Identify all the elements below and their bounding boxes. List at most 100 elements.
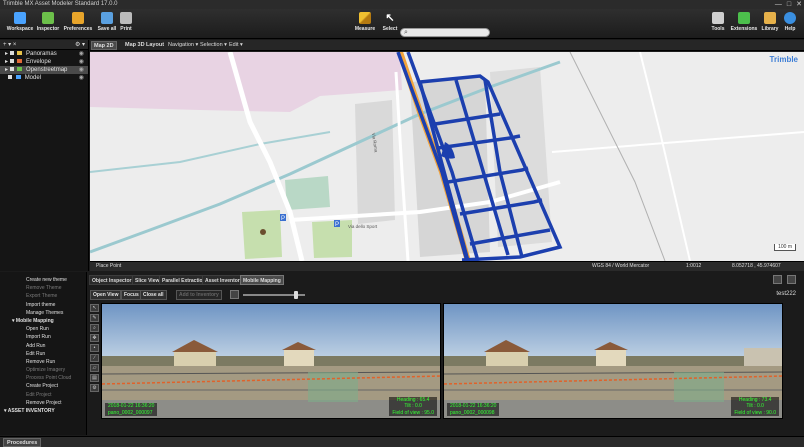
tab-mobile-mapping[interactable]: Mobile Mapping xyxy=(240,275,284,285)
procedure-item[interactable]: Edit Project xyxy=(0,391,86,399)
procedure-group[interactable]: ▾ Mobile Mapping xyxy=(0,317,86,325)
export-icon[interactable] xyxy=(773,275,782,284)
run-name: test222 xyxy=(776,291,796,297)
tree-item-envelope[interactable]: ▸ Envelope ◉ xyxy=(0,58,88,66)
scale-bar: 100 m xyxy=(774,244,796,251)
procedure-item[interactable]: Create Project xyxy=(0,382,86,390)
procedure-item[interactable]: Optimize Imagery xyxy=(0,366,86,374)
workspace-icon xyxy=(14,12,26,24)
line-tool-icon[interactable]: ∕ xyxy=(90,354,99,362)
procedure-item[interactable]: Import Run xyxy=(0,333,86,341)
layer-tool-icon[interactable]: ▤ xyxy=(90,374,99,382)
image-orientation-info: Heading : 65.4 Tilt : 0.0 Field of view … xyxy=(389,396,437,416)
checkbox-icon[interactable] xyxy=(9,51,14,55)
eye-icon[interactable] xyxy=(230,290,239,299)
minimize-button[interactable]: — xyxy=(775,0,782,9)
map-canvas[interactable]: P P Via dello Sport Via Roma Trimble 100… xyxy=(90,52,804,261)
procedure-item[interactable]: Manage Themes xyxy=(0,309,86,317)
navigation-menu[interactable]: Navigation ▾ xyxy=(168,41,198,50)
tree-item-model[interactable]: Model ◉ xyxy=(0,74,88,82)
search-input[interactable]: ⌕ xyxy=(400,28,490,37)
visibility-icon[interactable]: ◉ xyxy=(79,58,84,66)
procedure-item[interactable]: Add Run xyxy=(0,342,86,350)
focus-button[interactable]: Focus xyxy=(121,290,142,300)
expand-icon[interactable]: ▸ xyxy=(5,67,8,73)
polygon-tool-icon[interactable]: ▱ xyxy=(90,364,99,372)
svg-text:P: P xyxy=(335,222,339,228)
layer-icon xyxy=(17,67,23,71)
pointer-tool-icon[interactable]: ↖ xyxy=(90,304,99,312)
map-drawing: P P xyxy=(90,52,804,261)
procedure-item[interactable]: Process Point Cloud xyxy=(0,374,86,382)
preferences-icon xyxy=(72,12,84,24)
window-icon[interactable] xyxy=(787,275,796,284)
tab-slice-view[interactable]: Slice View xyxy=(132,275,163,285)
help-icon xyxy=(784,12,796,24)
add-layer-button[interactable]: + ▾ × xyxy=(3,42,16,48)
tree-settings-button[interactable]: ⚙ ▾ xyxy=(75,40,85,50)
viewer-toolbar: Open View Focus Close all Add to Invento… xyxy=(89,290,804,301)
tab-object-inspector[interactable]: Object Inspector xyxy=(89,275,135,285)
layer-tree-panel: + ▾ × ⚙ ▾ ▸ Panoramas ◉ ▸ Envelope ◉ ▸ O… xyxy=(0,40,89,271)
image-timestamp: 2018-01-22 16:36:20 pano_0002_000098 xyxy=(447,403,500,416)
procedure-item[interactable]: Remove Run xyxy=(0,358,86,366)
tab-asset-inventory[interactable]: Asset Inventory xyxy=(202,275,246,285)
map-tab-bar: Map 2D Map 3D Layout Navigation ▾ Select… xyxy=(90,40,804,51)
procedure-item[interactable]: Open Run xyxy=(0,325,86,333)
checkbox-icon[interactable] xyxy=(9,59,14,63)
window-title: Trimble MX Asset Modeler Standard 17.0.0 xyxy=(3,1,118,7)
procedure-item[interactable]: Import theme xyxy=(0,301,86,309)
panorama-view-left[interactable]: 2018-01-22 16:36:20 pano_0002_000097 Hea… xyxy=(101,303,441,419)
print-button[interactable]: Print xyxy=(108,10,144,38)
maximize-button[interactable]: □ xyxy=(787,0,791,9)
tree-item-panoramas[interactable]: ▸ Panoramas ◉ xyxy=(0,50,88,58)
measure-tool-icon[interactable]: ✎ xyxy=(90,314,99,322)
tools-icon xyxy=(712,12,724,24)
panorama-view-right[interactable]: 2018-01-22 16:36:20 pano_0002_000098 Hea… xyxy=(443,303,783,419)
status-crs: WGS 84 / World Mercator xyxy=(592,263,650,269)
close-window-button[interactable]: ✕ xyxy=(796,0,802,9)
procedure-item[interactable]: Remove Theme xyxy=(0,284,86,292)
add-to-inventory-button[interactable]: Add to Inventory xyxy=(176,290,222,300)
map-panel: Map 2D Map 3D Layout Navigation ▾ Select… xyxy=(90,40,804,271)
visibility-icon[interactable]: ◉ xyxy=(79,50,84,58)
procedure-group[interactable]: ▾ ASSET INVENTORY xyxy=(0,407,86,415)
edit-menu[interactable]: Edit ▾ xyxy=(229,41,243,50)
image-timestamp: 2018-01-22 16:36:20 pano_0002_000097 xyxy=(105,403,158,416)
extensions-icon xyxy=(738,12,750,24)
select-icon: ↖ xyxy=(385,12,395,24)
layer-icon xyxy=(17,51,23,55)
procedure-item[interactable]: Edit Run xyxy=(0,350,86,358)
inspector-icon xyxy=(42,12,54,24)
checkbox-icon[interactable] xyxy=(9,67,14,71)
pan-tool-icon[interactable]: ✥ xyxy=(90,334,99,342)
window-controls: — □ ✕ xyxy=(775,0,802,9)
checkbox-icon[interactable] xyxy=(8,75,13,79)
point-tool-icon[interactable]: • xyxy=(90,344,99,352)
layer-tree-toolbar: + ▾ × ⚙ ▾ xyxy=(0,40,88,50)
tab-procedures[interactable]: Procedures xyxy=(3,438,42,447)
bottom-tab-bar: Procedures xyxy=(0,436,804,447)
close-all-button[interactable]: Close all xyxy=(140,290,167,300)
opacity-slider-handle[interactable] xyxy=(293,291,298,299)
expand-icon[interactable] xyxy=(5,75,7,81)
open-view-button[interactable]: Open View xyxy=(90,290,122,300)
layer-icon xyxy=(17,59,23,63)
settings-tool-icon[interactable]: ⚙ xyxy=(90,384,99,392)
visibility-icon[interactable]: ◉ xyxy=(79,74,84,82)
help-button[interactable]: Help xyxy=(772,10,804,38)
procedure-item[interactable]: Remove Project xyxy=(0,399,86,407)
expand-icon[interactable]: ▸ xyxy=(5,51,8,57)
visibility-icon[interactable]: ◉ xyxy=(79,66,84,74)
tab-map-2d[interactable]: Map 2D xyxy=(91,41,117,50)
procedure-item[interactable]: Export Theme xyxy=(0,292,86,300)
procedure-item[interactable]: Create new theme xyxy=(0,276,86,284)
expand-icon[interactable]: ▸ xyxy=(5,59,8,65)
mobile-mapping-panel: Object Inspector Slice View Parallel Ext… xyxy=(89,272,804,435)
selection-menu[interactable]: Selection ▾ xyxy=(200,41,227,50)
tree-item-openstreetmap[interactable]: ▸ Openstreetmap ◉ xyxy=(0,66,88,74)
tab-layout[interactable]: Layout xyxy=(144,41,166,50)
trimble-logo: Trimble xyxy=(769,55,798,64)
measure-icon xyxy=(359,12,371,24)
zoom-tool-icon[interactable]: ⌕ xyxy=(90,324,99,332)
